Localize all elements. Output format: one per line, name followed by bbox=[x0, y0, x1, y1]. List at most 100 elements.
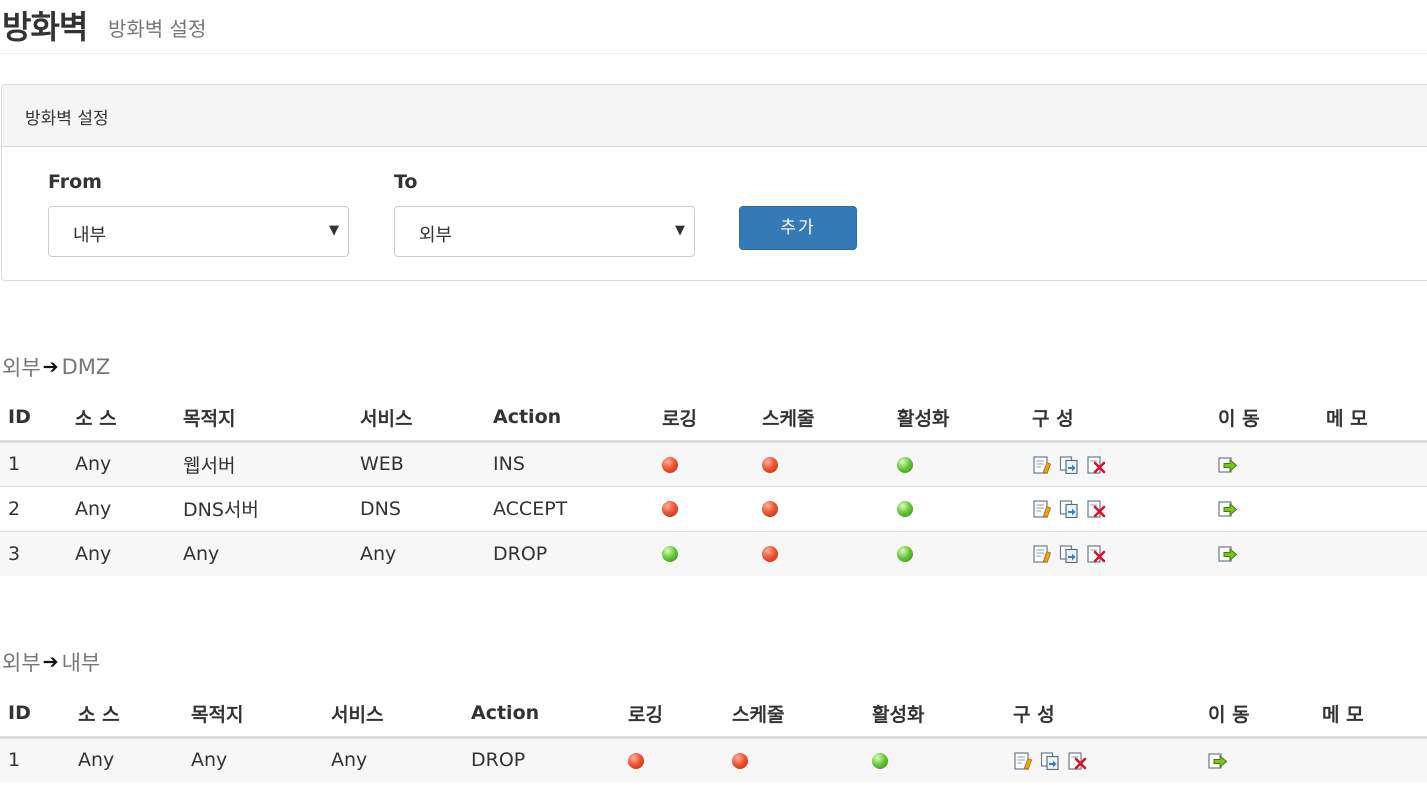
column-header-destination: 목적지 bbox=[175, 395, 352, 443]
cell-schedule bbox=[754, 530, 889, 576]
cell-memo bbox=[1318, 440, 1427, 486]
column-header-destination: 목적지 bbox=[183, 691, 323, 739]
schedule-status-icon[interactable] bbox=[732, 752, 748, 769]
column-header-memo: 메 모 bbox=[1314, 691, 1427, 739]
copy-icon[interactable] bbox=[1059, 455, 1079, 474]
cell-destination: Any bbox=[175, 530, 352, 576]
column-header-enabled: 활성화 bbox=[864, 691, 1005, 739]
column-header-schedule: 스케줄 bbox=[724, 691, 864, 739]
rule-table: ID 소 스 목적지 서비스 Action 로깅 스케줄 활성화 구 성이 동메 모 1 Any An… bbox=[0, 691, 1427, 782]
delete-icon[interactable] bbox=[1086, 455, 1106, 474]
chevron-down-icon: ▼ bbox=[329, 223, 339, 238]
cell-source: Any bbox=[67, 485, 175, 531]
column-header-config: 구 성 bbox=[1024, 395, 1210, 443]
from-select[interactable]: 내부 ▼ bbox=[48, 206, 349, 257]
column-header-enabled: 활성화 bbox=[889, 395, 1024, 443]
cell-destination: Any bbox=[183, 736, 323, 782]
schedule-status-icon[interactable] bbox=[762, 456, 778, 473]
cell-action: ACCEPT bbox=[485, 485, 654, 531]
cell-source: Any bbox=[70, 736, 183, 782]
cell-logging bbox=[654, 530, 754, 576]
cell-move bbox=[1210, 530, 1318, 576]
from-label: From bbox=[48, 171, 102, 193]
delete-icon[interactable] bbox=[1086, 545, 1106, 563]
cell-action: DROP bbox=[463, 736, 620, 782]
column-header-source: 소 스 bbox=[67, 395, 175, 443]
copy-icon[interactable] bbox=[1059, 500, 1079, 518]
move-icon[interactable] bbox=[1218, 500, 1238, 518]
chevron-down-icon: ▼ bbox=[675, 223, 685, 238]
cell-service: Any bbox=[352, 530, 485, 576]
edit-icon[interactable] bbox=[1032, 455, 1052, 474]
cell-move bbox=[1200, 736, 1314, 782]
right-arrow-icon: ➔ bbox=[42, 356, 59, 378]
cell-logging bbox=[620, 736, 724, 782]
table-row: 3 Any Any Any DROP bbox=[0, 530, 1427, 576]
cell-schedule bbox=[724, 736, 864, 782]
logging-status-icon[interactable] bbox=[662, 456, 678, 473]
schedule-status-icon[interactable] bbox=[762, 501, 778, 517]
copy-icon[interactable] bbox=[1059, 545, 1079, 564]
enabled-status-icon[interactable] bbox=[897, 501, 913, 517]
section-to: DMZ bbox=[61, 355, 111, 379]
to-select-value: 외부 bbox=[419, 225, 453, 246]
delete-icon[interactable] bbox=[1086, 500, 1106, 518]
settings-panel: 방화벽 설정 From 내부 ▼ To 외부 ▼ 추가 bbox=[1, 84, 1427, 281]
edit-icon[interactable] bbox=[1032, 500, 1052, 518]
cell-service: Any bbox=[323, 736, 463, 782]
cell-schedule bbox=[754, 485, 889, 531]
logging-status-icon[interactable] bbox=[628, 752, 644, 769]
cell-source: Any bbox=[67, 530, 175, 576]
copy-icon[interactable] bbox=[1040, 752, 1060, 770]
cell-destination: 웹서버 bbox=[175, 440, 352, 486]
cell-action: DROP bbox=[485, 530, 654, 576]
to-select[interactable]: 외부 ▼ bbox=[394, 206, 695, 257]
cell-logging bbox=[654, 485, 754, 531]
cell-config bbox=[1024, 440, 1210, 486]
cell-config bbox=[1005, 736, 1200, 782]
cell-source: Any bbox=[67, 440, 175, 486]
cell-id: 3 bbox=[0, 530, 67, 576]
cell-id: 2 bbox=[0, 485, 67, 531]
column-header-move: 이 동 bbox=[1200, 691, 1314, 739]
cell-move bbox=[1210, 485, 1318, 531]
edit-icon[interactable] bbox=[1013, 752, 1033, 770]
enabled-status-icon[interactable] bbox=[897, 456, 913, 473]
cell-memo bbox=[1314, 736, 1427, 782]
logging-status-icon[interactable] bbox=[662, 546, 678, 563]
section-title: 외부 ➔ DMZ bbox=[2, 352, 110, 382]
cell-destination: DNS서버 bbox=[175, 485, 352, 531]
column-header-action: Action bbox=[485, 395, 654, 443]
column-header-action: Action bbox=[463, 691, 620, 739]
to-label: To bbox=[394, 171, 418, 193]
column-header-source: 소 스 bbox=[70, 691, 183, 739]
cell-enabled bbox=[864, 736, 1005, 782]
table-row: 2 Any DNS서버 DNS ACCEPT bbox=[0, 485, 1427, 531]
column-header-service: 서비스 bbox=[323, 691, 463, 739]
edit-icon[interactable] bbox=[1032, 545, 1052, 564]
column-header-id: ID bbox=[0, 395, 67, 443]
cell-logging bbox=[654, 440, 754, 486]
move-icon[interactable] bbox=[1218, 456, 1238, 474]
logging-status-icon[interactable] bbox=[662, 501, 678, 517]
page-subtitle: 방화벽 설정 bbox=[108, 17, 207, 41]
delete-icon[interactable] bbox=[1067, 752, 1087, 770]
section-title: 외부 ➔ 내부 bbox=[2, 647, 100, 677]
column-header-id: ID bbox=[0, 691, 70, 739]
move-icon[interactable] bbox=[1208, 752, 1228, 770]
column-header-service: 서비스 bbox=[352, 395, 485, 443]
enabled-status-icon[interactable] bbox=[897, 546, 913, 563]
cell-schedule bbox=[754, 440, 889, 486]
cell-service: WEB bbox=[352, 440, 485, 486]
section-from: 외부 bbox=[2, 651, 41, 675]
schedule-status-icon[interactable] bbox=[762, 546, 778, 563]
from-select-value: 내부 bbox=[73, 225, 107, 246]
move-icon[interactable] bbox=[1218, 545, 1238, 563]
cell-config bbox=[1024, 485, 1210, 531]
add-button[interactable]: 추가 bbox=[739, 206, 857, 250]
enabled-status-icon[interactable] bbox=[872, 752, 888, 769]
column-header-memo: 메 모 bbox=[1318, 395, 1427, 443]
column-header-schedule: 스케줄 bbox=[754, 395, 889, 443]
cell-move bbox=[1210, 440, 1318, 486]
column-header-config: 구 성 bbox=[1005, 691, 1200, 739]
